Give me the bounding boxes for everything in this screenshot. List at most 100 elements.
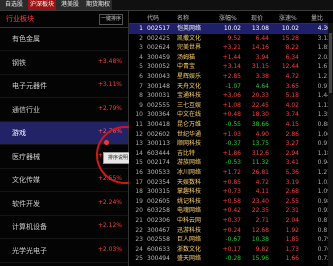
- change-percent: +1.44: [222, 53, 241, 61]
- stock-name: 凯撒文化: [177, 34, 202, 42]
- table-row[interactable]: 17 002354 天娱数科 +0.85 4.72 3.19 1.03: [129, 178, 333, 188]
- stock-code: 300043: [147, 73, 170, 80]
- table-row[interactable]: 4 300459 汤姆猫 +1.44 3.94 6.34 2.03: [129, 53, 333, 63]
- tab-sectors[interactable]: 沪深板块: [28, 0, 56, 10]
- row-index: 12: [135, 130, 143, 138]
- last-price: 2.71: [255, 217, 269, 224]
- sector-name: 软件开发: [12, 199, 40, 208]
- stock-name: 巨人网络: [177, 236, 202, 244]
- stock-name: 汤姆猫: [177, 53, 196, 61]
- change-percent: +0.58: [222, 197, 241, 205]
- col-header-speed[interactable]: 涨速%: [279, 13, 297, 22]
- col-header-price[interactable]: 现价: [251, 13, 263, 22]
- table-row[interactable]: 24 600633 浙数文化 +0.17 9.82 1.73 0.76: [129, 245, 333, 255]
- change-percent: +1.72: [222, 169, 241, 176]
- col-header-pct[interactable]: 涨幅%: [219, 13, 237, 22]
- sector-name: 电子元器件: [12, 82, 47, 90]
- table-row[interactable]: 8 300031 宝通科技 +3.06 20.33 5.18 1.44: [129, 91, 333, 101]
- table-row[interactable]: 5 300052 中青宝 +3.14 31.15 12.44 1.67: [129, 62, 333, 72]
- table-row[interactable]: 13 300113 顺网科技 -0.37 13.75 3.27 0.91: [129, 139, 333, 149]
- change-percent: +0.17: [222, 245, 241, 253]
- change-percent: +0.42: [222, 207, 241, 215]
- stock-code: 300148: [147, 82, 170, 90]
- table-row[interactable]: 22 300467 迅游科技 +0.24 12.68 1.92 0.81: [129, 226, 333, 236]
- row-index: 10: [135, 111, 143, 119]
- row-index: 25: [135, 255, 143, 263]
- col-header-ratio[interactable]: 量比: [311, 13, 323, 22]
- table-row[interactable]: 11 300418 昆仑万维 -0.55 38.66 4.15 0.88: [129, 120, 333, 130]
- change-speed: 4.72: [285, 73, 299, 80]
- table-row[interactable]: 3 002624 完美世界 +3.21 14.16 8.22 1.85: [129, 43, 333, 53]
- row-index: 19: [135, 197, 143, 205]
- table-row[interactable]: 20 603258 电魂网络 +0.42 22.35 2.31 0.92: [129, 206, 333, 216]
- table-row[interactable]: 14 603444 吉比特 +1.86 312.6 2.94 1.18: [129, 149, 333, 159]
- change-speed: 2.94: [285, 149, 299, 157]
- table-row[interactable]: 12 002602 世纪华通 +1.03 4.90 2.86 1.06: [129, 130, 333, 140]
- table-row[interactable]: 19 002605 姚记科技 +0.58 23.40 2.55 0.98: [129, 197, 333, 207]
- stock-code: 300459: [147, 53, 170, 61]
- change-speed: 8.22: [285, 44, 299, 52]
- stock-name: 顺网科技: [177, 140, 202, 148]
- sector-item[interactable]: 计算机设备 +2.12%: [0, 216, 128, 239]
- top-tab-bar: 自选股 沪深板块 港美股 期货期权: [0, 0, 333, 11]
- sector-item[interactable]: 钢铁 +3.48%: [0, 52, 128, 75]
- scrollbar[interactable]: [328, 23, 333, 266]
- change-percent: +1.86: [222, 149, 241, 157]
- sector-name: 文化传媒: [12, 176, 40, 184]
- change-speed: 1.73: [285, 245, 299, 253]
- row-index: 11: [135, 121, 143, 128]
- last-price: 4.90: [255, 130, 269, 138]
- table-row[interactable]: 7 300148 天舟文化 -1.07 4.64 3.65 0.97: [129, 82, 333, 92]
- col-header-name[interactable]: 名称: [177, 13, 189, 22]
- stock-name: 掌趣科技: [177, 188, 202, 196]
- change-speed: 3.65: [285, 82, 299, 90]
- sector-item[interactable]: 电子元器件 +3.11%: [0, 75, 128, 98]
- table-row[interactable]: 9 002555 三七互娱 +1.08 22.45 4.02 1.12: [129, 101, 333, 111]
- sector-name: 计算机设备: [12, 223, 47, 231]
- stock-name: 冰川网络: [177, 169, 202, 176]
- flag-icon: [104, 140, 109, 145]
- table-row[interactable]: 21 002306 中科云网 +0.37 2.71 2.04 0.87: [129, 216, 333, 226]
- change-speed: 3.19: [285, 178, 299, 186]
- stock-table: 代码 名称 涨幅% 现价 涨速% 量比 1 002517 恺英网络 10.02 13.0…: [129, 11, 333, 266]
- change-speed: 3.41: [285, 159, 299, 167]
- change-speed: 6.34: [285, 53, 299, 61]
- table-row[interactable]: 2 002425 凯撒文化 9.52 6.44 15.28 3.12: [129, 34, 333, 44]
- last-price: 12.68: [251, 226, 269, 234]
- table-row[interactable]: 23 002558 巨人网络 -0.67 10.38 1.85 0.79: [129, 235, 333, 245]
- sector-item[interactable]: 软件开发 +2.24%: [0, 193, 128, 216]
- sector-change: +2.03%: [97, 245, 122, 253]
- row-index: 16: [135, 169, 143, 176]
- scrollbar-thumb[interactable]: [329, 33, 332, 93]
- change-percent: +2.85: [222, 73, 241, 80]
- stock-name: 中科云网: [177, 217, 202, 224]
- sector-item[interactable]: 通信行业 +2.79%: [0, 99, 128, 122]
- change-speed: 2.31: [285, 207, 299, 215]
- col-header-code[interactable]: 代码: [147, 13, 159, 22]
- last-price: 4.64: [255, 82, 269, 90]
- change-percent: +3.06: [222, 92, 241, 100]
- table-row[interactable]: 15 002174 游族网络 -0.53 11.32 3.41 0.94: [129, 158, 333, 168]
- tab-futures[interactable]: 期货期权: [84, 0, 112, 10]
- table-row[interactable]: 25 300494 盛天网络 -0.28 15.96 1.66 0.72: [129, 254, 333, 264]
- stock-name: 星辉娱乐: [177, 73, 202, 80]
- stock-code: 002555: [147, 101, 170, 109]
- tab-hk-us[interactable]: 港美股: [56, 0, 84, 10]
- table-row[interactable]: 1 002517 恺英网络 10.02 13.08 10.02 4.36: [129, 24, 333, 34]
- sector-item[interactable]: 光学光电子 +2.03%: [0, 240, 128, 263]
- row-index: 21: [135, 217, 143, 224]
- last-price: 26.81: [251, 169, 269, 176]
- change-percent: -0.53: [225, 159, 241, 167]
- stock-name: 昆仑万维: [177, 121, 202, 128]
- tab-watchlist[interactable]: 自选股: [0, 0, 28, 10]
- row-index: 4: [139, 53, 143, 61]
- table-row[interactable]: 6 300043 星辉娱乐 +2.85 3.38 4.72 1.21: [129, 72, 333, 82]
- sector-item[interactable]: 有色金属: [0, 28, 128, 51]
- sort-button[interactable]: 一键排序: [99, 14, 123, 25]
- change-speed: 1.66: [285, 255, 299, 263]
- change-speed: 15.28: [281, 34, 299, 42]
- table-row[interactable]: 10 300364 中文在线 +0.48 18.30 3.74 1.35: [129, 110, 333, 120]
- table-row[interactable]: 18 300315 掌趣科技 +0.73 4.11 2.68 1.09: [129, 187, 333, 197]
- table-row[interactable]: 16 300533 冰川网络 +1.72 26.81 5.36 1.27: [129, 168, 333, 178]
- last-price: 11.32: [251, 159, 269, 167]
